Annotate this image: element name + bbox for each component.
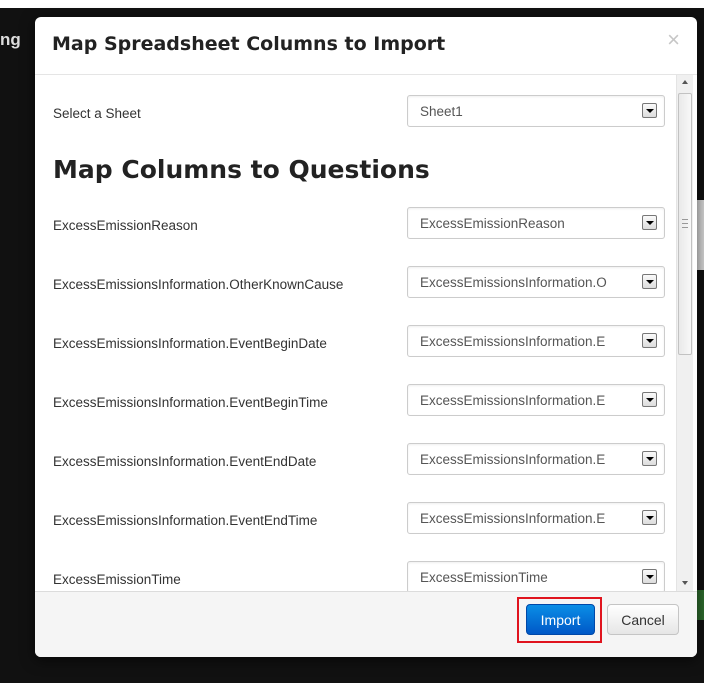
- dialog-scrollbar[interactable]: [676, 75, 693, 591]
- dialog-title: Map Spreadsheet Columns to Import: [52, 33, 446, 55]
- mapping-row: ExcessEmissionsInformation.EventBeginDat…: [35, 325, 675, 365]
- dropdown-arrow-icon: [642, 510, 657, 525]
- scroll-down-arrow-icon[interactable]: [677, 575, 693, 591]
- sheet-select-value: Sheet1: [420, 104, 463, 119]
- import-dialog: Map Spreadsheet Columns to Import × Sele…: [35, 17, 697, 657]
- scroll-grip-icon: [682, 219, 688, 228]
- mapping-select-value: ExcessEmissionTime: [420, 570, 548, 585]
- sheet-select-label: Select a Sheet: [53, 106, 141, 121]
- dropdown-arrow-icon: [642, 103, 657, 118]
- mapping-label: ExcessEmissionReason: [53, 218, 198, 233]
- mapping-select-value: ExcessEmissionReason: [420, 216, 565, 231]
- mapping-select[interactable]: ExcessEmissionsInformation.E: [407, 502, 665, 534]
- mapping-row: ExcessEmissionTime ExcessEmissionTime: [35, 561, 675, 591]
- mapping-label: ExcessEmissionsInformation.EventBeginDat…: [53, 336, 327, 351]
- mapping-select[interactable]: ExcessEmissionsInformation.E: [407, 384, 665, 416]
- mapping-label: ExcessEmissionsInformation.EventEndTime: [53, 513, 318, 528]
- dialog-header: Map Spreadsheet Columns to Import ×: [35, 17, 697, 75]
- mapping-row: ExcessEmissionsInformation.OtherKnownCau…: [35, 266, 675, 306]
- mapping-select-value: ExcessEmissionsInformation.E: [420, 334, 606, 349]
- mapping-row: ExcessEmissionsInformation.EventEndDate E…: [35, 443, 675, 483]
- scrollbar-thumb[interactable]: [678, 93, 692, 355]
- mapping-label: ExcessEmissionsInformation.EventBeginTim…: [53, 395, 328, 410]
- close-icon[interactable]: ×: [667, 29, 680, 51]
- dropdown-arrow-icon: [642, 392, 657, 407]
- dropdown-arrow-icon: [642, 274, 657, 289]
- scroll-up-arrow-icon[interactable]: [677, 75, 693, 91]
- mapping-row: ExcessEmissionsInformation.EventEndTime E…: [35, 502, 675, 542]
- mapping-select-value: ExcessEmissionsInformation.E: [420, 452, 606, 467]
- dialog-footer: Import Cancel: [35, 591, 697, 657]
- mapping-select[interactable]: ExcessEmissionTime: [407, 561, 665, 591]
- sheet-select[interactable]: Sheet1: [407, 95, 665, 127]
- mapping-label: ExcessEmissionsInformation.EventEndDate: [53, 454, 317, 469]
- mapping-label: ExcessEmissionsInformation.OtherKnownCau…: [53, 277, 344, 292]
- mapping-select[interactable]: ExcessEmissionsInformation.O: [407, 266, 665, 298]
- mapping-row: ExcessEmissionReason ExcessEmissionReason: [35, 207, 675, 247]
- background-heading-fragment: ng: [0, 30, 21, 49]
- mapping-select[interactable]: ExcessEmissionsInformation.E: [407, 325, 665, 357]
- cancel-button[interactable]: Cancel: [607, 604, 679, 635]
- mapping-select-value: ExcessEmissionsInformation.E: [420, 511, 606, 526]
- dropdown-arrow-icon: [642, 451, 657, 466]
- import-button-highlight: [517, 597, 602, 643]
- mapping-select-value: ExcessEmissionsInformation.O: [420, 275, 607, 290]
- dropdown-arrow-icon: [642, 333, 657, 348]
- sheet-select-row: Select a Sheet Sheet1: [35, 95, 675, 135]
- dropdown-arrow-icon: [642, 569, 657, 584]
- mapping-select[interactable]: ExcessEmissionReason: [407, 207, 665, 239]
- mapping-select[interactable]: ExcessEmissionsInformation.E: [407, 443, 665, 475]
- mapping-select-value: ExcessEmissionsInformation.E: [420, 393, 606, 408]
- mapping-label: ExcessEmissionTime: [53, 572, 181, 587]
- mapping-row: ExcessEmissionsInformation.EventBeginTim…: [35, 384, 675, 424]
- dialog-body: Select a Sheet Sheet1 Map Columns to Que…: [35, 75, 697, 591]
- dropdown-arrow-icon: [642, 215, 657, 230]
- section-heading: Map Columns to Questions: [53, 155, 430, 184]
- background-page-strip: [0, 0, 704, 8]
